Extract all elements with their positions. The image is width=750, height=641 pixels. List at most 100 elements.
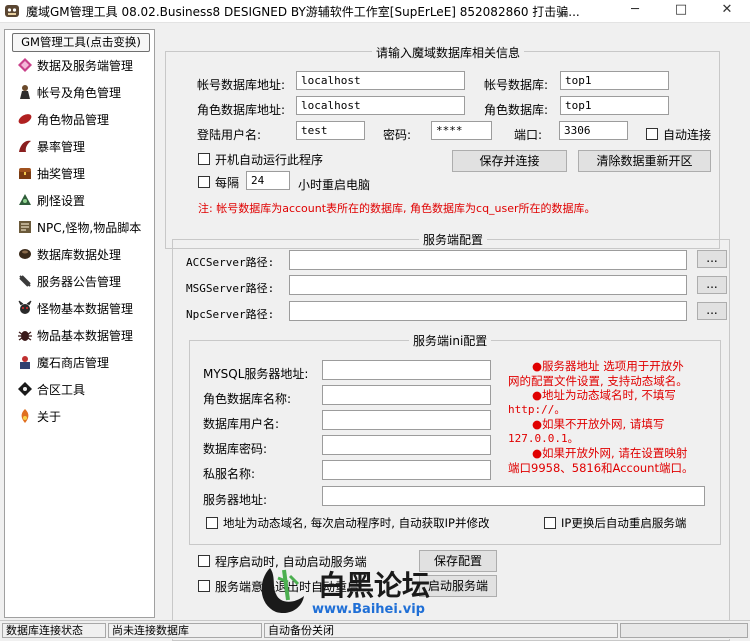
sidebar-item-db-process[interactable]: 数据库数据处理 <box>17 244 121 266</box>
main-panel: 请输入魔域数据库相关信息 帐号数据库地址: localhost 帐号数据库: t… <box>155 29 735 641</box>
server-crash-restart-checkbox[interactable] <box>198 580 210 592</box>
sidebar-item-monster-data[interactable]: 怪物基本数据管理 <box>17 298 133 320</box>
account-db-host-input[interactable]: localhost <box>296 71 465 90</box>
sidebar-item-label: 魔石商店管理 <box>37 356 110 370</box>
port-input[interactable]: 3306 <box>559 121 628 140</box>
autorun-checkbox[interactable] <box>198 153 210 165</box>
diamond-icon <box>18 58 32 72</box>
sidebar-item-spawn[interactable]: 刷怪设置 <box>17 190 85 212</box>
account-db-input[interactable]: top1 <box>560 71 669 90</box>
about-icon <box>21 409 29 423</box>
sidebar-item-merge[interactable]: 合区工具 <box>17 379 85 401</box>
item-icon <box>18 114 32 124</box>
mysql-host-input[interactable] <box>322 360 491 380</box>
autorun-label: 开机自动运行此程序 <box>215 153 324 167</box>
db-user-label: 数据库用户名: <box>203 417 280 431</box>
sidebar-toggle-button[interactable]: GM管理工具(点击变换) <box>12 33 150 52</box>
maximize-button[interactable]: □ <box>658 0 704 22</box>
role-db-input[interactable]: top1 <box>560 96 669 115</box>
auto-connect-checkbox[interactable] <box>646 128 658 140</box>
npc-server-label: NpcServer路径: <box>186 308 275 321</box>
script-icon <box>19 221 31 233</box>
clear-reopen-button[interactable]: 清除数据重新开区 <box>578 150 711 172</box>
sidebar-item-item-data[interactable]: 物品基本数据管理 <box>17 325 133 347</box>
monster-icon <box>18 300 32 314</box>
password-input[interactable]: **** <box>431 121 492 140</box>
announce-icon <box>19 275 31 287</box>
save-connect-button[interactable]: 保存并连接 <box>452 150 567 172</box>
acc-server-path-input[interactable] <box>289 250 687 270</box>
sidebar-item-label: 数据库数据处理 <box>37 248 122 262</box>
db-settings-legend: 请输入魔域数据库相关信息 <box>372 44 525 61</box>
sidebar-item-label: 物品基本数据管理 <box>37 329 134 343</box>
db-password-input[interactable] <box>322 435 491 455</box>
role-db-host-input[interactable]: localhost <box>296 96 465 115</box>
restart-hours-input[interactable]: 24 <box>246 171 290 190</box>
status-extra <box>620 623 748 638</box>
auto-connect-label: 自动连接 <box>663 128 712 142</box>
sidebar-item-about[interactable]: 关于 <box>17 406 61 428</box>
minimize-button[interactable]: ─ <box>612 0 658 22</box>
server-name-input[interactable] <box>322 460 491 480</box>
bug-icon <box>18 331 32 341</box>
sidebar-item-label: NPC,怪物,物品脚本 <box>37 221 142 235</box>
msg-server-path-input[interactable] <box>289 275 687 295</box>
info-line: ●如果不开放外网, 请填写 <box>532 417 665 431</box>
dynamic-domain-checkbox[interactable] <box>206 517 218 529</box>
port-label: 端口: <box>514 128 543 142</box>
restart-checkbox[interactable] <box>198 176 210 188</box>
info-line: ●如果开放外网, 请在设置映射 <box>532 446 688 460</box>
msg-browse-button[interactable]: ... <box>697 276 727 294</box>
forum-brand: 白黑论坛 <box>318 564 430 604</box>
db-status-value: 尚未连接数据库 <box>108 623 262 638</box>
sidebar-item-announcement[interactable]: 服务器公告管理 <box>17 271 121 293</box>
password-label: 密码: <box>383 128 412 142</box>
ip-restart-label: IP更换后自动重启服务端 <box>561 516 687 530</box>
sidebar-item-account-role[interactable]: 帐号及角色管理 <box>17 82 121 104</box>
chest-icon <box>19 168 31 179</box>
ini-info-text: ●服务器地址 选项用于开放外 网的配置文件设置, 支持动态域名。 ●地址为动态域… <box>508 359 713 475</box>
role-db-host-label: 角色数据库地址: <box>197 103 286 117</box>
ip-restart-checkbox[interactable] <box>544 517 556 529</box>
sidebar-item-shop[interactable]: 魔石商店管理 <box>17 352 109 374</box>
sidebar-item-drop-rate[interactable]: 暴率管理 <box>17 136 85 158</box>
server-address-input[interactable] <box>322 486 705 506</box>
db-user-input[interactable] <box>322 410 491 430</box>
app-icon <box>5 5 19 17</box>
sidebar-item-lottery[interactable]: 抽奖管理 <box>17 163 85 185</box>
npc-browse-button[interactable]: ... <box>697 302 727 320</box>
sidebar-item-label: 合区工具 <box>37 383 86 397</box>
login-user-input[interactable]: test <box>296 121 365 140</box>
info-line: http://。 <box>508 402 566 416</box>
start-with-server-checkbox[interactable] <box>198 555 210 567</box>
close-button[interactable]: ✕ <box>704 0 750 22</box>
sidebar-item-label: 暴率管理 <box>37 140 86 154</box>
forum-watermark: 白黑论坛 www.Baihei.vip <box>250 560 510 620</box>
sidebar-item-data-server[interactable]: 数据及服务端管理 <box>17 55 133 77</box>
every-label: 每隔 <box>215 176 240 190</box>
status-bar: 数据库连接状态 尚未连接数据库 自动备份关闭 <box>0 620 750 639</box>
sidebar-item-role-items[interactable]: 角色物品管理 <box>17 109 109 131</box>
sidebar-item-label: 刷怪设置 <box>37 194 86 208</box>
sidebar-item-scripts[interactable]: NPC,怪物,物品脚本 <box>17 217 141 239</box>
window-title: 魔域GM管理工具 08.02.Business8 DESIGNED BY游辅软件… <box>26 5 580 19</box>
role-db-name-input[interactable] <box>322 385 491 405</box>
server-address-label: 服务器地址: <box>203 493 268 507</box>
forum-url: www.Baihei.vip <box>312 602 425 617</box>
drop-rate-icon <box>19 140 31 152</box>
sidebar-item-label: 角色物品管理 <box>37 113 110 127</box>
title-bar: 魔域GM管理工具 08.02.Business8 DESIGNED BY游辅软件… <box>0 0 750 23</box>
sidebar-item-label: 数据及服务端管理 <box>37 59 134 73</box>
database-icon <box>19 249 31 259</box>
acc-server-label: ACCServer路径: <box>186 256 275 269</box>
role-db-name-label: 角色数据库名称: <box>203 392 292 406</box>
info-line: 网的配置文件设置, 支持动态域名。 <box>508 373 688 388</box>
restart-suffix-label: 小时重启电脑 <box>298 178 371 192</box>
dynamic-domain-label: 地址为动态域名, 每次启动程序时, 自动获取IP并修改 <box>223 516 490 530</box>
shop-icon <box>20 356 30 369</box>
character-icon <box>20 85 30 99</box>
backup-status: 自动备份关闭 <box>264 623 618 638</box>
npc-server-path-input[interactable] <box>289 301 687 321</box>
sidebar-item-label: 帐号及角色管理 <box>37 86 122 100</box>
acc-browse-button[interactable]: ... <box>697 250 727 268</box>
